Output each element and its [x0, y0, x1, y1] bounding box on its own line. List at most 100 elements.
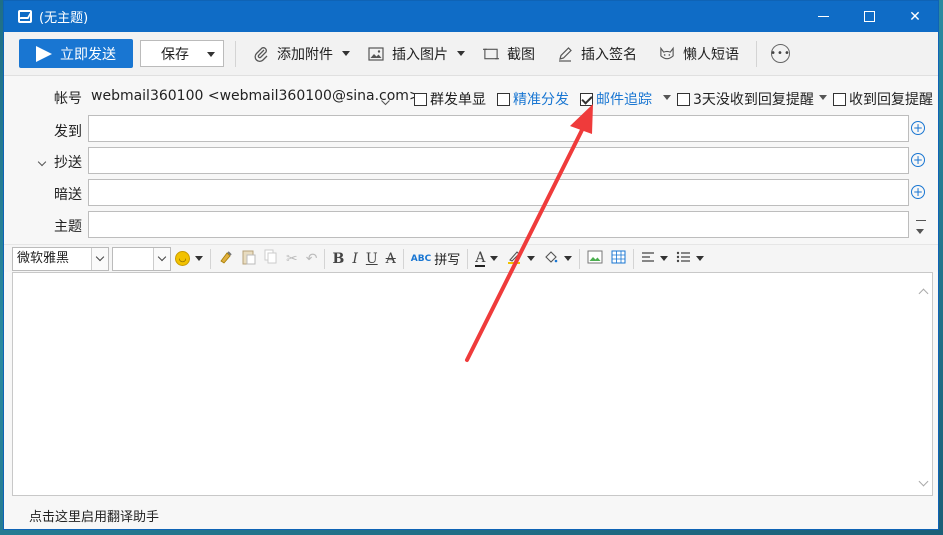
reminder-dropdown-icon[interactable] — [819, 95, 827, 100]
format-painter-button[interactable] — [214, 248, 238, 270]
insert-signature-label: 插入签名 — [581, 46, 637, 63]
insert-signature-button[interactable]: 插入签名 — [551, 39, 643, 69]
option-no-reply-reminder[interactable]: 3天没收到回复提醒 — [677, 89, 814, 109]
option-group-single[interactable]: 群发单显 — [414, 89, 486, 109]
tracking-dropdown-icon[interactable] — [663, 95, 671, 100]
screenshot-button[interactable]: 截图 — [477, 39, 541, 69]
mail-tracking-checkbox[interactable] — [580, 92, 593, 106]
spellcheck-label: 拼写 — [434, 253, 461, 268]
spellcheck-button[interactable]: ABC 拼写 — [407, 248, 464, 270]
mail-tracking-label[interactable]: 邮件追踪 — [596, 89, 652, 109]
font-color-button[interactable]: A — [471, 248, 502, 270]
format-divider — [579, 248, 581, 269]
align-button[interactable] — [637, 248, 672, 270]
smiley-icon: ◡ — [175, 251, 190, 266]
image-icon — [368, 46, 384, 62]
cc-field[interactable] — [88, 147, 909, 174]
cat-face-icon — [659, 46, 675, 62]
minimize-button[interactable] — [800, 1, 846, 32]
copy-button[interactable] — [260, 248, 282, 270]
chevron-down-icon — [696, 256, 705, 261]
to-field[interactable] — [88, 115, 909, 142]
font-size-select[interactable] — [112, 246, 171, 271]
chevron-down-icon[interactable] — [381, 94, 390, 110]
undo-button[interactable]: ↶ — [302, 248, 322, 270]
precise-send-checkbox[interactable] — [497, 92, 510, 106]
precise-send-label[interactable]: 精准分发 — [513, 89, 569, 109]
screenshot-label: 截图 — [507, 46, 535, 63]
copy-icon — [264, 249, 278, 269]
add-attachment-label: 添加附件 — [277, 46, 333, 63]
window-title: (无主题) — [39, 11, 89, 26]
lazy-phrases-button[interactable]: 懒人短语 — [653, 39, 745, 69]
toolbar-divider — [235, 40, 236, 67]
strikethrough-button[interactable]: A — [382, 248, 400, 270]
emoji-button[interactable]: ◡ — [171, 248, 207, 270]
chevron-down-icon[interactable] — [91, 247, 108, 270]
close-icon: ✕ — [909, 8, 921, 25]
insert-picture-button[interactable] — [583, 248, 607, 270]
save-button[interactable]: 保存 — [140, 40, 224, 67]
add-recipient-icon[interactable]: + — [911, 121, 925, 135]
subject-field[interactable] — [88, 211, 909, 238]
format-divider — [402, 248, 404, 269]
font-color-icon: A — [475, 249, 486, 267]
scissors-icon: ✂ — [286, 250, 298, 267]
scroll-down-icon[interactable] — [918, 476, 929, 487]
list-button[interactable] — [672, 248, 708, 270]
no-reply-reminder-checkbox[interactable] — [677, 92, 690, 106]
add-bcc-icon[interactable]: + — [911, 185, 925, 199]
paperclip-icon — [253, 46, 269, 62]
reply-received-label: 收到回复提醒 — [849, 92, 933, 108]
group-single-label: 群发单显 — [430, 92, 486, 108]
option-reply-received[interactable]: 收到回复提醒 — [833, 89, 933, 109]
close-button[interactable]: ✕ — [892, 1, 938, 32]
spellcheck-icon: ABC — [410, 253, 432, 264]
undo-icon: ↶ — [305, 250, 318, 267]
no-reply-reminder-label: 3天没收到回复提醒 — [693, 92, 814, 108]
group-single-checkbox[interactable] — [414, 92, 427, 106]
lazy-phrases-label: 懒人短语 — [683, 46, 739, 63]
account-row: 帐号 webmail360100 <webmail360100@sina.com… — [4, 88, 938, 108]
account-selector[interactable]: webmail360100 <webmail360100@sina.com> — [91, 88, 421, 104]
paste-button[interactable] — [238, 248, 260, 270]
save-label: 保存 — [161, 46, 189, 63]
send-now-button[interactable]: 立即发送 — [19, 39, 133, 68]
insert-image-button[interactable]: 插入图片 — [362, 39, 471, 69]
chevron-down-icon — [195, 256, 203, 261]
maximize-button[interactable] — [846, 1, 892, 32]
more-options-icon[interactable]: ••• — [770, 44, 790, 63]
insert-image-label: 插入图片 — [392, 46, 448, 63]
bcc-field[interactable] — [88, 179, 909, 206]
underline-button[interactable]: U — [362, 248, 382, 270]
subject-label: 主题 — [54, 219, 82, 235]
bold-button[interactable]: B — [328, 248, 348, 270]
format-painter-icon — [218, 249, 234, 269]
add-attachment-button[interactable]: 添加附件 — [247, 39, 356, 69]
background-color-button[interactable] — [539, 248, 576, 270]
account-label: 帐号 — [54, 91, 82, 107]
font-family-value: 微软雅黑 — [17, 250, 70, 266]
highlight-color-button[interactable] — [502, 248, 539, 270]
font-family-select[interactable]: 微软雅黑 — [12, 246, 109, 271]
paste-icon — [242, 249, 256, 269]
translator-link[interactable]: 点击这里启用翻译助手 — [29, 506, 159, 525]
option-mail-tracking[interactable]: 邮件追踪 — [580, 89, 652, 109]
minimize-icon — [817, 16, 829, 17]
add-cc-icon[interactable]: + — [911, 153, 925, 167]
chevron-down-icon — [660, 256, 669, 261]
option-precise-send[interactable]: 精准分发 — [497, 89, 569, 109]
mail-app-icon — [18, 10, 32, 23]
toolbar-divider — [756, 40, 757, 67]
cut-button[interactable]: ✂ — [282, 248, 302, 270]
title-bar: (无主题) ✕ — [4, 1, 938, 32]
italic-button[interactable]: I — [348, 248, 362, 270]
message-body-editor[interactable] — [12, 272, 933, 496]
reply-received-checkbox[interactable] — [833, 92, 846, 106]
insert-table-button[interactable] — [607, 248, 630, 270]
send-label: 立即发送 — [60, 46, 116, 63]
chevron-down-icon[interactable] — [153, 247, 170, 270]
scroll-up-icon[interactable] — [918, 288, 929, 299]
bcc-label: 暗送 — [54, 187, 82, 203]
subject-options-icon[interactable] — [916, 220, 926, 238]
